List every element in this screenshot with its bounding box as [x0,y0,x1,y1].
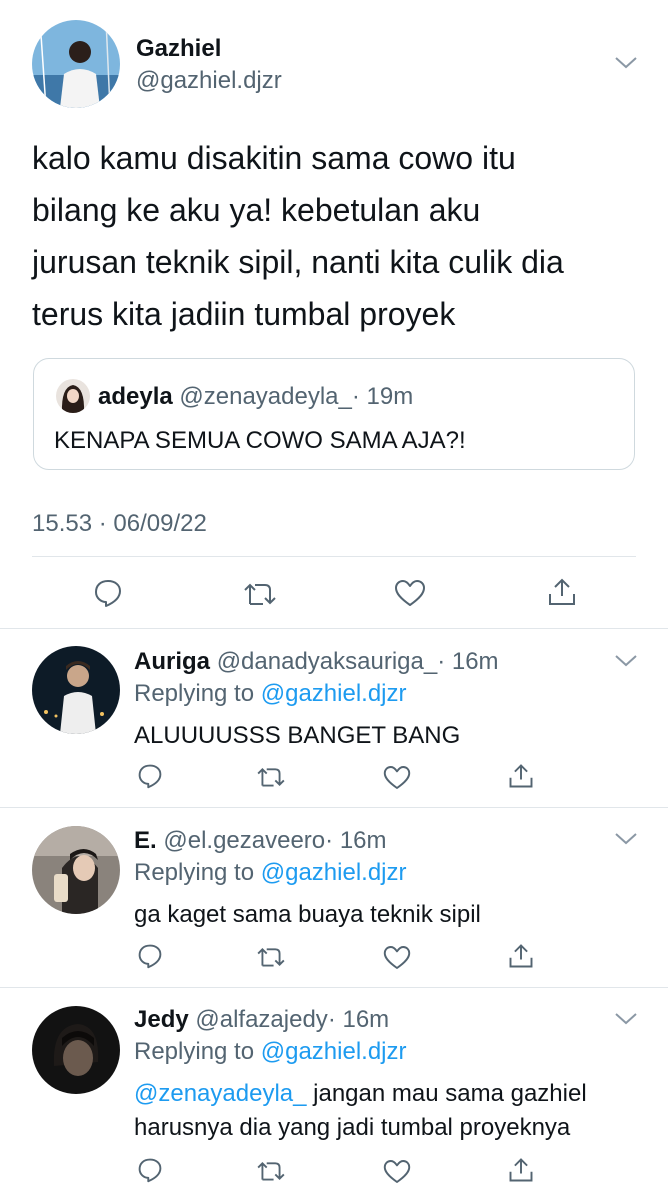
share-icon[interactable] [507,942,535,970]
chevron-down-icon[interactable] [614,56,638,70]
reply-icon[interactable] [137,763,163,789]
retweet-icon[interactable] [256,945,286,969]
reply-text: ga kaget sama buaya teknik sipil [134,901,481,928]
divider [0,987,668,988]
like-icon[interactable] [383,765,411,790]
author-name[interactable]: Jedy [134,1006,189,1033]
avatar[interactable] [32,20,120,108]
reply-icon[interactable] [93,578,123,608]
reply-time: · 16m [327,1006,390,1033]
share-icon[interactable] [507,762,535,790]
quoted-time: · 19m [351,383,414,410]
quoted-author-handle[interactable]: @zenayadeyla_ [179,383,351,410]
like-icon[interactable] [394,579,426,607]
author-handle[interactable]: @danadyaksauriga_ [217,648,438,675]
share-icon[interactable] [507,1156,535,1184]
reply-text: ALUUUUSSS BANGET BANG [134,722,461,749]
replying-to-handle[interactable]: @gazhiel.djzr [261,1038,407,1065]
retweet-icon[interactable] [256,1159,286,1183]
replying-to-label: Replying to [134,1038,255,1065]
chevron-down-icon[interactable] [614,654,638,668]
avatar[interactable] [32,646,120,734]
reply-icon[interactable] [137,1157,163,1183]
author-name[interactable]: E. [134,827,157,854]
replying-to-handle[interactable]: @gazhiel.djzr [261,859,407,886]
tweet-text: kalo kamu disakitin sama cowo itu bilang… [32,132,564,340]
avatar[interactable] [32,1006,120,1094]
replying-to-label: Replying to [134,859,255,886]
quoted-avatar[interactable] [56,379,90,413]
author-handle[interactable]: @el.gezaveero [163,827,325,854]
quoted-author-name[interactable]: adeyla [98,383,173,410]
reply-time: · 16m [437,648,499,675]
reply-text: harusnya dia yang jadi tumbal proyeknya [134,1114,571,1141]
quoted-text: KENAPA SEMUA COWO SAMA AJA?! [54,427,466,454]
like-icon[interactable] [383,1159,411,1184]
quoted-tweet[interactable]: adeyla @zenayadeyla_· 19m KENAPA SEMUA C… [33,358,635,470]
tweet-text-line: terus kita jadiin tumbal proyek [32,296,456,332]
reply-time: · 16m [325,827,387,854]
tweet-timestamp[interactable]: 15.53 · 06/09/22 [32,510,207,538]
like-icon[interactable] [383,945,411,970]
divider [32,556,636,557]
replying-to-label: Replying to [134,680,255,707]
author-name[interactable]: Gazhiel [136,35,221,63]
author-handle[interactable]: @alfazajedy [195,1006,327,1033]
reply-icon[interactable] [137,943,163,969]
divider [0,807,668,808]
chevron-down-icon[interactable] [614,832,638,846]
divider [0,628,668,629]
author-handle[interactable]: @gazhiel.djzr [136,67,282,95]
replying-to-handle[interactable]: @gazhiel.djzr [261,680,407,707]
reply-text: jangan mau sama gazhiel [313,1080,587,1107]
retweet-icon[interactable] [243,580,277,608]
share-icon[interactable] [546,576,578,608]
author-name[interactable]: Auriga [134,648,210,675]
tweet-text-line: kalo kamu disakitin sama cowo itu [32,140,516,176]
tweet-text-line: jurusan teknik sipil, nanti kita culik d… [32,244,564,280]
chevron-down-icon[interactable] [614,1012,638,1026]
tweet-text-line: bilang ke aku ya! kebetulan aku [32,192,481,228]
retweet-icon[interactable] [256,765,286,789]
mention-link[interactable]: @zenayadeyla_ [134,1080,306,1107]
avatar[interactable] [32,826,120,914]
